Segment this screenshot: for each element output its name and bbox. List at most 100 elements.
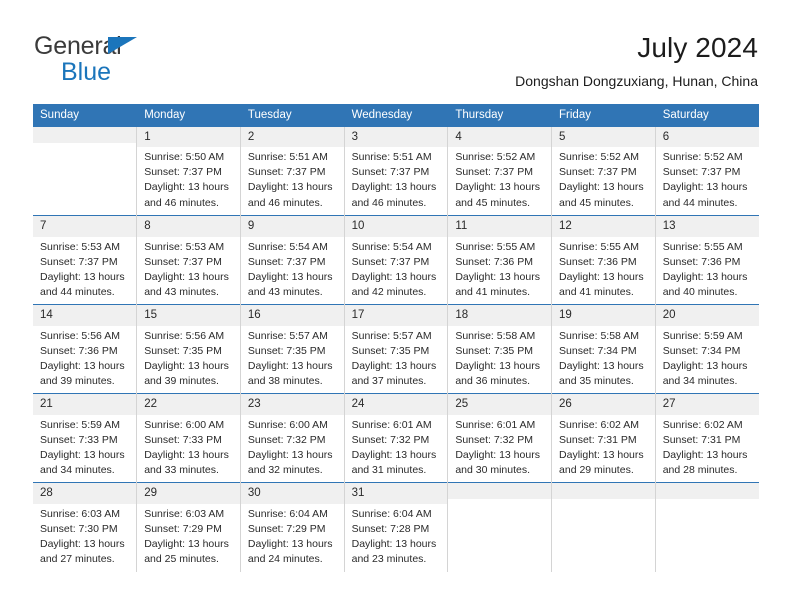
- daylight-text-line1: Daylight: 13 hours: [351, 181, 437, 194]
- day-sun-info: Sunrise: 5:59 AM Sunset: 7:34 PM Daylight:…: [656, 326, 759, 390]
- day-sun-info: Sunrise: 5:55 AM Sunset: 7:36 PM Daylight:…: [656, 237, 759, 301]
- calendar-day-cell[interactable]: 18 Sunrise: 5:58 AM Sunset: 7:35 PM Dayligh…: [447, 304, 553, 394]
- calendar-day-cell-empty: [447, 482, 553, 572]
- day-sun-info: Sunrise: 5:52 AM Sunset: 7:37 PM Daylight:…: [448, 147, 551, 211]
- calendar-day-cell[interactable]: 31 Sunrise: 6:04 AM Sunset: 7:28 PM Dayligh…: [344, 482, 449, 572]
- daylight-text-line1: Daylight: 13 hours: [40, 537, 125, 550]
- daylight-text-line2: and 39 minutes.: [144, 375, 219, 388]
- calendar-day-cell[interactable]: 17 Sunrise: 5:57 AM Sunset: 7:35 PM Dayligh…: [344, 304, 449, 394]
- calendar-day-cell[interactable]: 29 Sunrise: 6:03 AM Sunset: 7:29 PM Dayligh…: [136, 482, 241, 572]
- calendar-day-cell[interactable]: 27 Sunrise: 6:02 AM Sunset: 7:31 PM Dayligh…: [655, 393, 759, 483]
- calendar-day-cell[interactable]: 30 Sunrise: 6:04 AM Sunset: 7:29 PM Dayligh…: [240, 482, 345, 572]
- daylight-text-line2: and 29 minutes.: [559, 464, 634, 477]
- page-subtitle: Dongshan Dongzuxiang, Hunan, China: [515, 73, 758, 90]
- calendar-day-cell[interactable]: 12 Sunrise: 5:55 AM Sunset: 7:36 PM Dayligh…: [551, 215, 656, 305]
- daylight-text-line1: Daylight: 13 hours: [247, 359, 333, 372]
- day-number: 1: [137, 126, 240, 148]
- day-number: 6: [655, 126, 759, 148]
- daylight-text-line1: Daylight: 13 hours: [247, 270, 333, 283]
- sunset-text: Sunset: 7:29 PM: [247, 522, 326, 535]
- daylight-text-line1: Daylight: 13 hours: [662, 181, 748, 194]
- day-number: [655, 483, 759, 500]
- calendar-page: General Blue July 2024 Dongshan Dongzuxi…: [0, 0, 792, 612]
- calendar-day-cell[interactable]: 4 Sunrise: 5:52 AM Sunset: 7:37 PM Daylight…: [447, 126, 553, 216]
- day-number: 24: [344, 394, 448, 415]
- calendar-day-cell[interactable]: 1 Sunrise: 5:50 AM Sunset: 7:37 PM Daylight…: [136, 126, 241, 216]
- day-sun-info: Sunrise: 5:53 AM Sunset: 7:37 PM Daylight:…: [33, 237, 136, 301]
- daylight-text-line1: Daylight: 13 hours: [351, 270, 437, 283]
- day-sun-info: Sunrise: 5:50 AM Sunset: 7:37 PM Daylight:…: [137, 147, 240, 211]
- sunrise-text: Sunrise: 5:58 AM: [455, 329, 536, 342]
- day-number: 19: [552, 305, 655, 326]
- sunrise-text: Sunrise: 5:52 AM: [455, 151, 536, 164]
- weekday-header-friday: Friday: [551, 104, 656, 127]
- sunrise-text: Sunrise: 5:53 AM: [40, 240, 120, 253]
- calendar-day-cell[interactable]: 14 Sunrise: 5:56 AM Sunset: 7:36 PM Dayligh…: [33, 304, 138, 394]
- calendar-day-cell[interactable]: 9 Sunrise: 5:54 AM Sunset: 7:37 PM Daylight…: [240, 215, 345, 305]
- day-number: [552, 483, 655, 500]
- calendar-day-cell[interactable]: 5 Sunrise: 5:52 AM Sunset: 7:37 PM Daylight…: [551, 126, 656, 216]
- sunset-text: Sunset: 7:35 PM: [455, 344, 533, 357]
- daylight-text-line2: and 45 minutes.: [455, 196, 531, 209]
- daylight-text-line2: and 32 minutes.: [247, 464, 323, 477]
- daylight-text-line1: Daylight: 13 hours: [662, 448, 748, 461]
- daylight-text-line2: and 34 minutes.: [662, 375, 738, 388]
- daylight-text-line1: Daylight: 13 hours: [351, 448, 437, 461]
- calendar-day-cell[interactable]: 19 Sunrise: 5:58 AM Sunset: 7:34 PM Dayligh…: [551, 304, 656, 394]
- calendar-day-cell[interactable]: 10 Sunrise: 5:54 AM Sunset: 7:37 PM Dayligh…: [344, 215, 449, 305]
- calendar-day-cell[interactable]: 11 Sunrise: 5:55 AM Sunset: 7:36 PM Dayligh…: [447, 215, 553, 305]
- calendar-day-cell[interactable]: 7 Sunrise: 5:53 AM Sunset: 7:37 PM Daylight…: [33, 215, 138, 305]
- calendar-day-cell[interactable]: 20 Sunrise: 5:59 AM Sunset: 7:34 PM Dayligh…: [655, 304, 759, 394]
- calendar-day-cell[interactable]: 26 Sunrise: 6:02 AM Sunset: 7:31 PM Dayligh…: [551, 393, 656, 483]
- weekday-header-saturday: Saturday: [655, 104, 759, 127]
- daylight-text-line1: Daylight: 13 hours: [662, 270, 748, 283]
- sunset-text: Sunset: 7:37 PM: [351, 255, 430, 268]
- sunset-text: Sunset: 7:31 PM: [559, 433, 637, 446]
- daylight-text-line1: Daylight: 13 hours: [144, 270, 229, 283]
- sunset-text: Sunset: 7:32 PM: [455, 433, 533, 446]
- calendar-day-cell[interactable]: 22 Sunrise: 6:00 AM Sunset: 7:33 PM Dayligh…: [136, 393, 241, 483]
- general-blue-logo: General Blue: [34, 30, 164, 85]
- logo-text-blue: Blue: [61, 58, 112, 86]
- daylight-text-line1: Daylight: 13 hours: [559, 270, 644, 283]
- sunrise-text: Sunrise: 5:51 AM: [247, 151, 328, 164]
- calendar-day-cell[interactable]: 23 Sunrise: 6:00 AM Sunset: 7:32 PM Dayligh…: [240, 393, 345, 483]
- day-sun-info: Sunrise: 5:51 AM Sunset: 7:37 PM Daylight:…: [345, 147, 448, 211]
- sunrise-text: Sunrise: 5:56 AM: [40, 329, 120, 342]
- calendar-week-row: 28 Sunrise: 6:03 AM Sunset: 7:30 PM Dayligh…: [33, 482, 759, 572]
- sunset-text: Sunset: 7:30 PM: [40, 522, 118, 535]
- calendar-day-cell[interactable]: 24 Sunrise: 6:01 AM Sunset: 7:32 PM Dayligh…: [344, 393, 449, 483]
- day-sun-info: Sunrise: 6:03 AM Sunset: 7:29 PM Daylight:…: [137, 504, 240, 568]
- daylight-text-line2: and 39 minutes.: [40, 375, 115, 388]
- daylight-text-line2: and 45 minutes.: [559, 196, 634, 209]
- calendar-grid: Sunday Monday Tuesday Wednesday Thursday…: [33, 104, 759, 572]
- calendar-day-cell[interactable]: 8 Sunrise: 5:53 AM Sunset: 7:37 PM Daylight…: [136, 215, 241, 305]
- day-number: 28: [33, 483, 137, 504]
- daylight-text-line2: and 41 minutes.: [455, 286, 531, 299]
- calendar-day-cell[interactable]: 6 Sunrise: 5:52 AM Sunset: 7:37 PM Daylight…: [655, 126, 759, 216]
- day-number: 23: [240, 394, 344, 415]
- daylight-text-line2: and 43 minutes.: [247, 286, 323, 299]
- day-number: 16: [240, 305, 344, 326]
- weekday-header-monday: Monday: [136, 104, 241, 127]
- calendar-day-cell[interactable]: 15 Sunrise: 5:56 AM Sunset: 7:35 PM Dayligh…: [136, 304, 241, 394]
- calendar-day-cell[interactable]: 2 Sunrise: 5:51 AM Sunset: 7:37 PM Daylight…: [240, 126, 345, 216]
- sunset-text: Sunset: 7:36 PM: [559, 255, 637, 268]
- sunrise-text: Sunrise: 5:53 AM: [144, 240, 225, 253]
- calendar-week-row: 14 Sunrise: 5:56 AM Sunset: 7:36 PM Dayligh…: [33, 304, 759, 394]
- daylight-text-line1: Daylight: 13 hours: [247, 181, 333, 194]
- day-number: 21: [33, 394, 137, 415]
- calendar-day-cell-empty: [33, 126, 138, 216]
- weekday-header-thursday: Thursday: [447, 104, 553, 127]
- sunset-text: Sunset: 7:36 PM: [455, 255, 533, 268]
- calendar-day-cell[interactable]: 3 Sunrise: 5:51 AM Sunset: 7:37 PM Daylight…: [344, 126, 449, 216]
- calendar-day-cell[interactable]: 16 Sunrise: 5:57 AM Sunset: 7:35 PM Dayligh…: [240, 304, 345, 394]
- calendar-day-cell[interactable]: 28 Sunrise: 6:03 AM Sunset: 7:30 PM Dayligh…: [33, 482, 138, 572]
- calendar-day-cell[interactable]: 25 Sunrise: 6:01 AM Sunset: 7:32 PM Dayligh…: [447, 393, 553, 483]
- sunrise-text: Sunrise: 6:01 AM: [455, 418, 536, 431]
- sunrise-text: Sunrise: 6:00 AM: [144, 418, 225, 431]
- calendar-day-cell[interactable]: 13 Sunrise: 5:55 AM Sunset: 7:36 PM Dayligh…: [655, 215, 759, 305]
- daylight-text-line2: and 38 minutes.: [247, 375, 323, 388]
- calendar-day-cell[interactable]: 21 Sunrise: 5:59 AM Sunset: 7:33 PM Dayligh…: [33, 393, 138, 483]
- day-number: 17: [344, 305, 448, 326]
